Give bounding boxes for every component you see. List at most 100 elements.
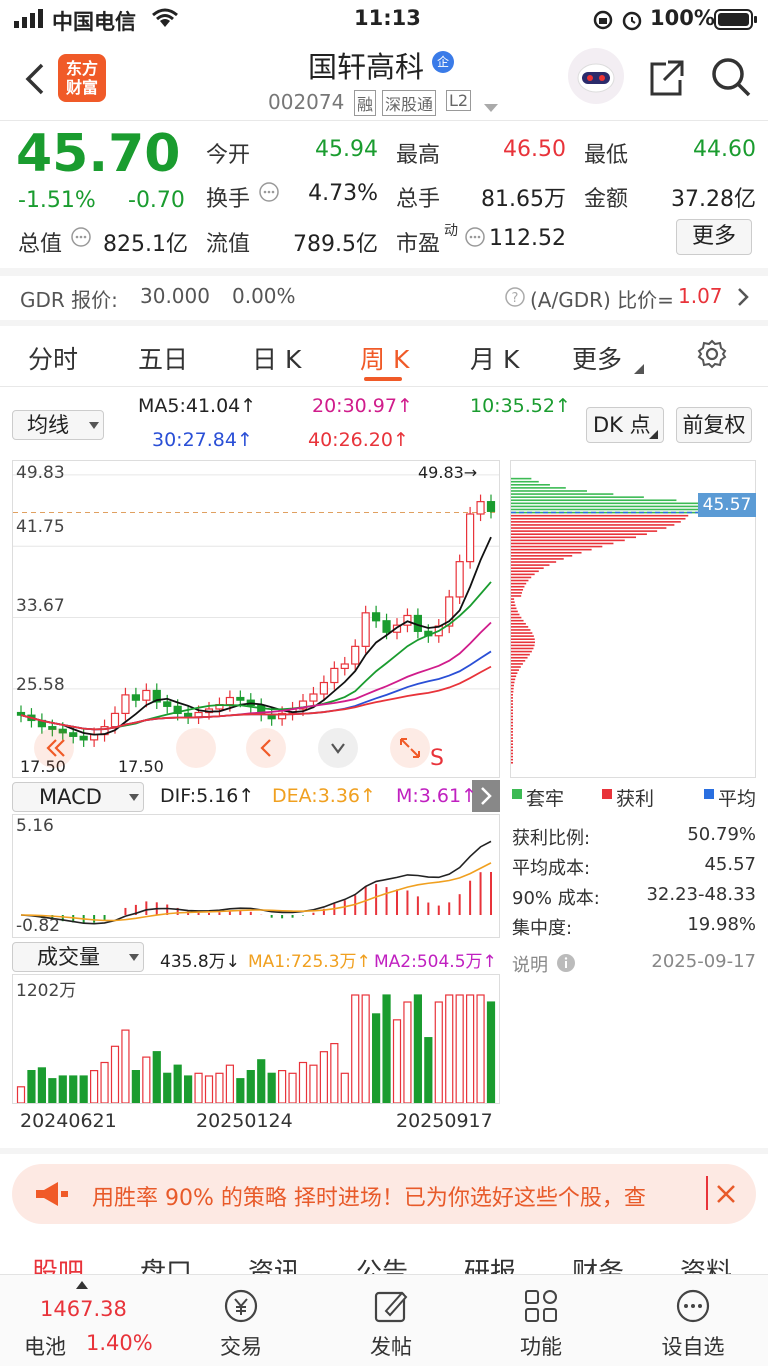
candle-body (351, 645, 360, 665)
index-label[interactable]: 电池 (24, 1331, 66, 1361)
active-tab-indicator (364, 377, 402, 381)
chip-bar (511, 564, 550, 566)
volume-current: 435.8万↓ (160, 952, 240, 972)
volume-chart[interactable] (12, 974, 500, 1104)
index-value[interactable]: 1467.38 (40, 1297, 127, 1321)
tab-intraday[interactable]: 分时 (28, 340, 78, 376)
functions-grid-icon[interactable] (522, 1287, 560, 1329)
candle-body (121, 694, 130, 715)
tab-daily-k[interactable]: 日 K (252, 340, 301, 376)
nav-post[interactable]: 发帖 (360, 1331, 422, 1361)
volume-bar (278, 1069, 287, 1104)
chip-bar (511, 527, 667, 529)
ma-selector[interactable]: 均线 (12, 410, 104, 440)
nav-watchlist[interactable]: 设自选 (650, 1331, 736, 1361)
turnover-value: 4.73% (308, 181, 378, 206)
chip-bar (511, 694, 513, 696)
trade-icon[interactable] (222, 1287, 260, 1329)
more-dots-icon[interactable] (674, 1287, 712, 1329)
chip-bar (511, 499, 677, 502)
cursor-toggle-icon[interactable] (318, 728, 358, 768)
subtab-profile[interactable]: 资料 (680, 1252, 732, 1276)
ma-line-10 (20, 581, 492, 731)
mktcap-label: 总值 (18, 232, 63, 257)
more-button[interactable]: 更多 (676, 219, 752, 255)
volume-bar (152, 1051, 161, 1104)
chip-bar (511, 675, 517, 678)
index-pct[interactable]: 1.40% (86, 1331, 153, 1355)
chip-bar (511, 660, 526, 662)
subtab-guba[interactable]: 股吧 (32, 1252, 84, 1276)
up-arrow-icon (76, 1281, 88, 1289)
chip-bar (511, 690, 514, 693)
chip-bar (511, 650, 532, 653)
subtab-research[interactable]: 研报 (464, 1252, 516, 1276)
rewind-icon[interactable] (34, 728, 74, 768)
tab-more[interactable]: 更多 (572, 340, 622, 376)
chip-bar (511, 626, 529, 628)
volume-bar (382, 994, 391, 1104)
macd-chart[interactable] (12, 814, 500, 938)
chip-bar (511, 551, 582, 554)
post-icon[interactable] (372, 1287, 410, 1329)
candle-body (79, 735, 88, 741)
y-tick-3: 33.67 (16, 596, 65, 616)
logo-text-1: 东方 (65, 59, 98, 78)
chip-bar (511, 533, 647, 536)
chip-bar (511, 761, 513, 764)
float-value: 789.5亿 (293, 232, 378, 257)
subtab-news[interactable]: 资讯 (248, 1252, 300, 1276)
chip-bar (511, 715, 513, 718)
subtab-orderbook[interactable]: 盘口 (140, 1252, 192, 1276)
dropdown-arrow-icon[interactable] (484, 97, 498, 116)
wifi-icon (150, 7, 180, 34)
high-label: 最高 (396, 143, 441, 168)
share-icon[interactable] (646, 58, 686, 102)
nav-trade[interactable]: 交易 (210, 1331, 272, 1361)
candle-body (236, 696, 245, 701)
turnover-info-icon[interactable] (258, 181, 280, 207)
status-bar: 中国电信 11:13 100% (0, 0, 768, 40)
volume-selector[interactable]: 成交量 (12, 942, 144, 972)
expand-icon[interactable] (390, 728, 430, 768)
promo-banner[interactable]: 用胜率 90% 的策略 择时进场！已为你选好这些个股，查 (12, 1164, 756, 1224)
volume-bar (215, 1072, 224, 1104)
step-back-icon[interactable] (246, 728, 286, 768)
search-icon[interactable] (710, 56, 752, 102)
chip-bar (511, 579, 529, 582)
volume-bar (288, 1072, 297, 1104)
macd-selector[interactable]: MACD (12, 782, 144, 812)
legend-trapped: 套牢 (526, 788, 565, 810)
chip-bar (511, 629, 531, 631)
pe-value: 112.52 (489, 226, 566, 251)
adjust-price-button[interactable]: 前复权 (676, 407, 752, 443)
subtab-announcements[interactable]: 公告 (356, 1252, 408, 1276)
dif-line (20, 840, 492, 925)
megaphone-icon (36, 1182, 68, 1206)
help-icon[interactable]: ? (504, 286, 526, 312)
chip-bar (511, 595, 522, 597)
robot-assistant-icon[interactable] (568, 48, 624, 104)
ma40-value: 40:26.20↑ (308, 429, 409, 451)
subtab-financials[interactable]: 财务 (572, 1252, 624, 1276)
info-icon[interactable] (556, 953, 576, 977)
volume-label: 总手 (396, 187, 441, 212)
chip-bar (511, 678, 516, 681)
svg-text:?: ? (512, 291, 519, 306)
candle-body (184, 712, 193, 718)
app-logo[interactable]: 东方 财富 (58, 54, 106, 102)
settings-gear-icon[interactable] (696, 338, 728, 374)
chip-bar (511, 573, 535, 576)
note-label[interactable]: 说明 (512, 951, 548, 977)
back-button[interactable] (22, 62, 48, 100)
chevron-right-icon[interactable] (736, 287, 750, 311)
tab-five-day[interactable]: 五日 (138, 340, 188, 376)
dk-point-button[interactable]: DK 点 (586, 407, 664, 443)
nav-functions[interactable]: 功能 (510, 1331, 572, 1361)
ma10-value: 10:35.52↑ (470, 395, 571, 417)
pan-left-icon[interactable] (176, 728, 216, 768)
tab-monthly-k[interactable]: 月 K (470, 340, 519, 376)
close-icon[interactable] (716, 1184, 736, 1204)
tab-weekly-k[interactable]: 周 K (360, 340, 409, 376)
legend-swatch-avg (704, 789, 714, 799)
